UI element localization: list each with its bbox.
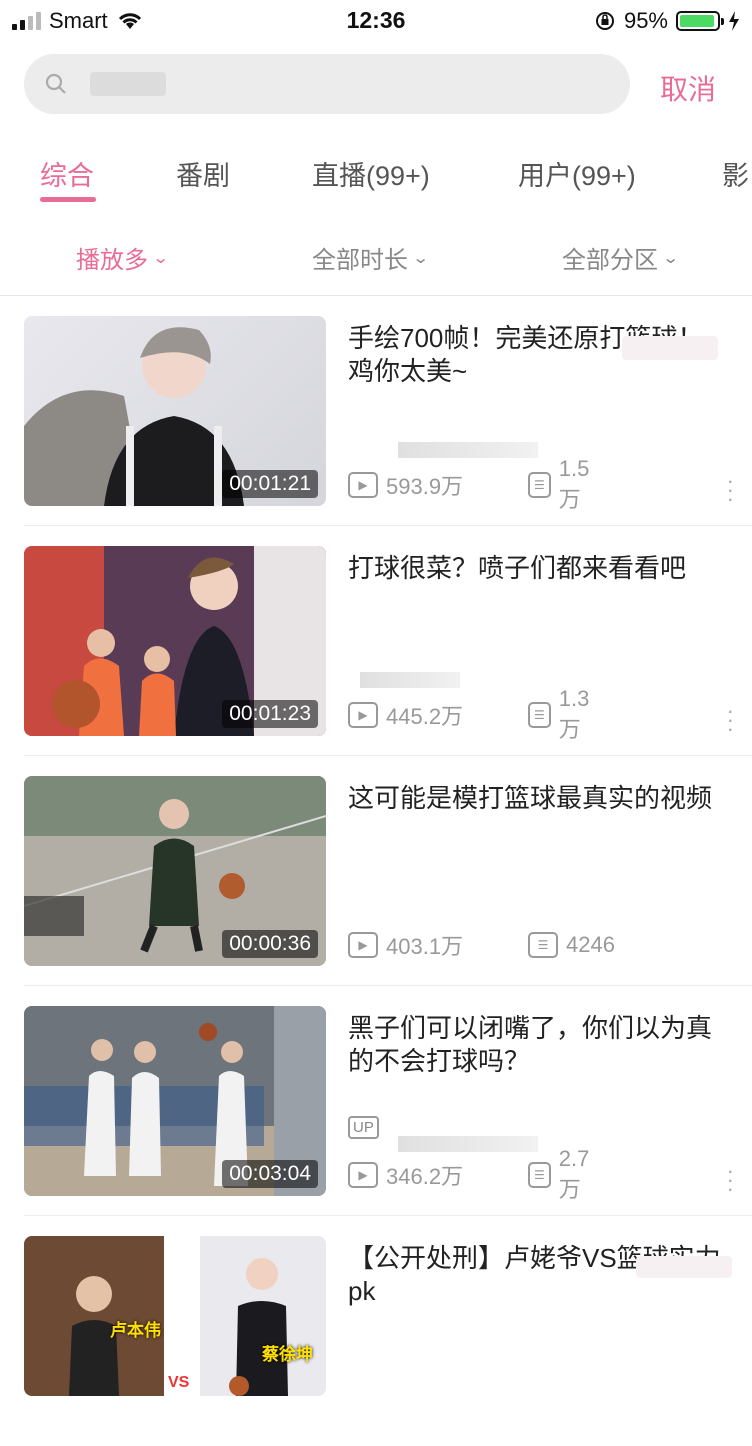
video-item[interactable]: 00:01:21 手绘700帧！完美还原打篮球！鸡你太美~ ▶ 593.9万 ☰… bbox=[0, 296, 752, 526]
battery-icon bbox=[676, 11, 724, 31]
tab-film[interactable]: 影 bbox=[722, 154, 749, 193]
uploader-name-redacted bbox=[398, 1136, 538, 1152]
play-count: 403.1万 bbox=[386, 934, 464, 959]
video-stats: ▶ 346.2万 ☰ 2.7万 bbox=[348, 1146, 589, 1202]
tab-bar: 综合 番剧 直播(99+) 用户(99+) 影 bbox=[0, 150, 752, 210]
chevron-down-icon: ⌄ bbox=[151, 249, 170, 267]
play-count-icon: ▶ bbox=[348, 1162, 378, 1188]
video-stats: ▶ 445.2万 ☰ 1.3万 bbox=[348, 686, 589, 742]
video-title[interactable]: 这可能是模打篮球最真实的视频 bbox=[348, 782, 728, 815]
status-bar: Smart 12:36 95% bbox=[0, 0, 752, 40]
duration-badge: 00:01:23 bbox=[222, 700, 318, 728]
danmaku-icon: ☰ bbox=[528, 472, 551, 498]
video-thumbnail[interactable]: 00:01:23 bbox=[24, 546, 326, 736]
tab-users[interactable]: 用户(99+) bbox=[518, 154, 636, 193]
danmaku-icon: ☰ bbox=[528, 932, 558, 958]
video-thumbnail[interactable]: 00:01:21 bbox=[24, 316, 326, 506]
video-item[interactable]: 00:03:04 黑子们可以闭嘴了，你们以为真的不会打球吗？ UP ▶ 346.… bbox=[0, 986, 752, 1216]
danmaku-icon: ☰ bbox=[528, 1162, 551, 1188]
thumbnail-image bbox=[24, 1236, 326, 1396]
thumb-right-label: 蔡徐坤 bbox=[262, 1345, 313, 1364]
search-icon bbox=[45, 73, 66, 94]
video-title[interactable]: 黑子们可以闭嘴了，你们以为真的不会打球吗？ bbox=[348, 1012, 728, 1078]
more-options-icon[interactable]: · · · bbox=[727, 470, 734, 510]
cancel-button[interactable]: 取消 bbox=[660, 68, 716, 108]
danmaku-count: 1.5万 bbox=[558, 456, 590, 512]
video-title[interactable]: 打球很菜？喷子们都来看看吧 bbox=[348, 552, 728, 585]
filter-category[interactable]: 全部分区 ⌄ bbox=[562, 240, 680, 275]
status-right: 95% bbox=[594, 8, 740, 34]
filter-bar: 播放多 ⌄ 全部时长 ⌄ 全部分区 ⌄ bbox=[0, 236, 752, 276]
video-thumbnail[interactable]: 卢本伟 VS 蔡徐坤 bbox=[24, 1236, 326, 1396]
play-count-icon: ▶ bbox=[348, 702, 378, 728]
danmaku-count: 4246 bbox=[566, 932, 615, 957]
tab-bangumi[interactable]: 番剧 bbox=[176, 154, 230, 193]
play-count-icon: ▶ bbox=[348, 472, 378, 498]
play-count: 593.9万 bbox=[386, 474, 464, 499]
duration-badge: 00:03:04 bbox=[222, 1160, 318, 1188]
up-badge: UP bbox=[348, 1116, 379, 1139]
video-item[interactable]: 00:00:36 这可能是模打篮球最真实的视频 ▶ 403.1万 ☰ 4246 bbox=[0, 756, 752, 986]
play-count: 445.2万 bbox=[386, 704, 464, 729]
tab-indicator bbox=[40, 197, 96, 202]
video-thumbnail[interactable]: 00:00:36 bbox=[24, 776, 326, 966]
filter-duration[interactable]: 全部时长 ⌄ bbox=[312, 240, 430, 275]
orientation-lock-icon bbox=[595, 12, 614, 30]
chevron-down-icon: ⌄ bbox=[411, 249, 430, 267]
thumb-vs-label: VS bbox=[168, 1374, 190, 1391]
filter-sort[interactable]: 播放多 ⌄ bbox=[76, 240, 170, 275]
tab-live[interactable]: 直播(99+) bbox=[312, 154, 430, 193]
uploader-name-redacted bbox=[398, 442, 538, 458]
more-options-icon[interactable]: · · · bbox=[727, 700, 734, 740]
danmaku-icon: ☰ bbox=[528, 702, 551, 728]
duration-badge: 00:00:36 bbox=[222, 930, 318, 958]
thumb-left-label: 卢本伟 bbox=[110, 1321, 161, 1340]
charging-icon bbox=[729, 11, 739, 31]
danmaku-count: 2.7万 bbox=[558, 1146, 590, 1202]
battery-percent: 95% bbox=[623, 8, 668, 33]
video-item[interactable]: 卢本伟 VS 蔡徐坤 【公开处刑】卢姥爷VS篮球实力pk bbox=[0, 1216, 752, 1446]
chevron-down-icon: ⌄ bbox=[661, 249, 680, 267]
play-count: 346.2万 bbox=[386, 1164, 464, 1189]
video-item[interactable]: 00:01:23 打球很菜？喷子们都来看看吧 ▶ 445.2万 ☰ 1.3万 · ·… bbox=[0, 526, 752, 756]
tab-all[interactable]: 综合 bbox=[40, 154, 94, 193]
video-stats: ▶ 593.9万 ☰ 1.5万 bbox=[348, 456, 589, 512]
filter-category-label: 全部分区 bbox=[562, 247, 658, 274]
filter-duration-label: 全部时长 bbox=[312, 247, 408, 274]
filter-sort-label: 播放多 bbox=[76, 247, 148, 274]
uploader-name-redacted bbox=[360, 672, 460, 688]
play-count-icon: ▶ bbox=[348, 932, 378, 958]
search-box[interactable] bbox=[24, 54, 630, 114]
more-options-icon[interactable]: · · · bbox=[727, 1160, 734, 1200]
video-thumbnail[interactable]: 00:03:04 bbox=[24, 1006, 326, 1196]
duration-badge: 00:01:21 bbox=[222, 470, 318, 498]
video-stats: ▶ 403.1万 ☰ 4246 bbox=[348, 928, 615, 962]
danmaku-count: 1.3万 bbox=[558, 686, 590, 742]
